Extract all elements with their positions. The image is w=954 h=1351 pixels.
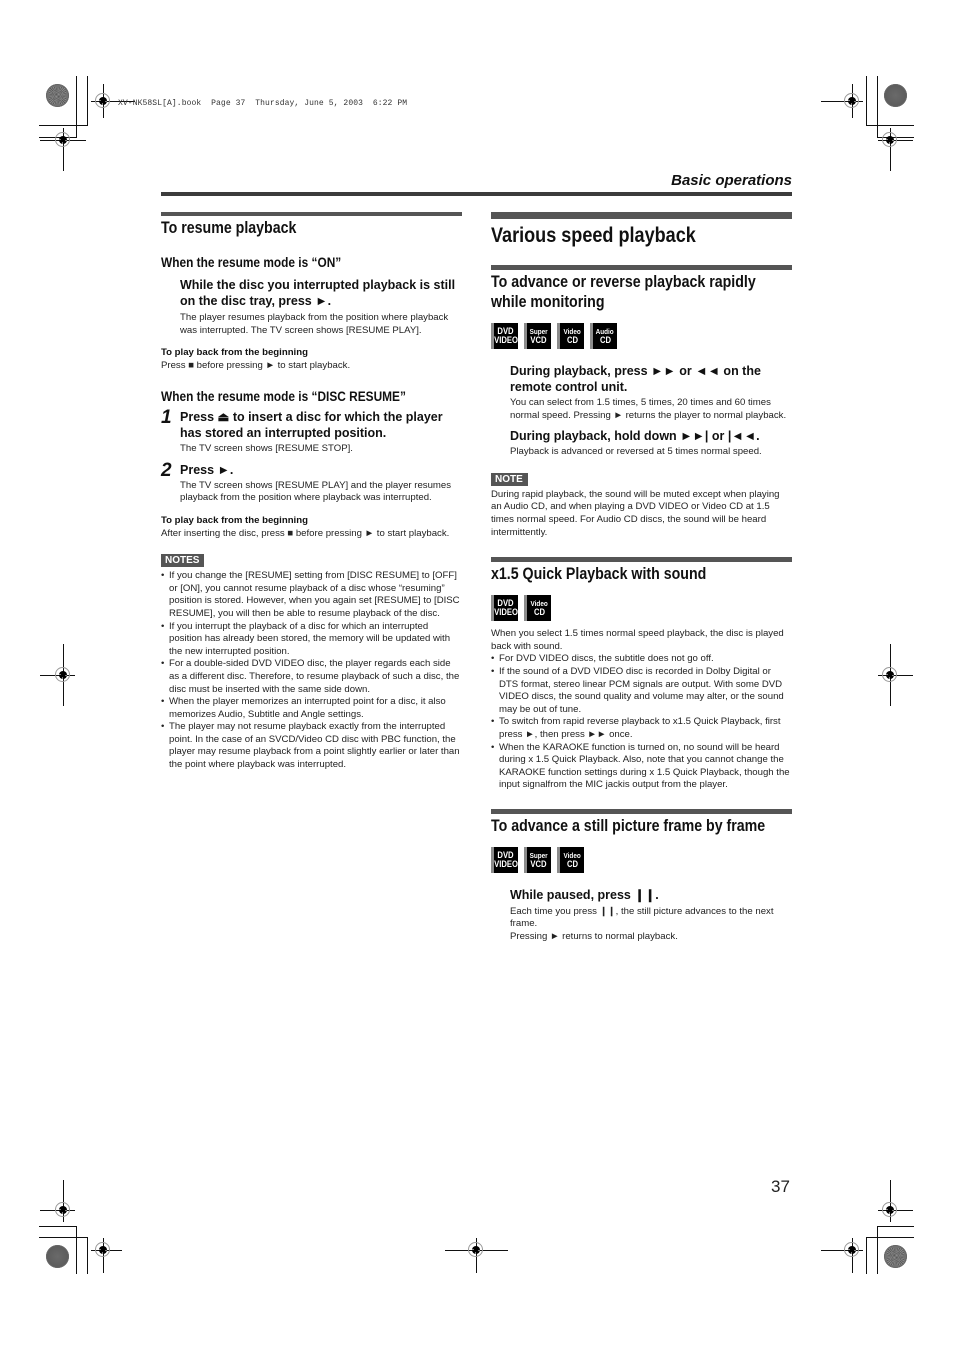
step-number: 1 [161,407,172,429]
super-vcd-icon: Super VCD [524,323,551,349]
crop-mark [866,125,914,126]
page-number: 37 [771,1177,790,1196]
crop-mark [39,125,88,126]
note-label: NOTE [491,472,528,486]
step-number: 2 [161,459,172,481]
crop-mark [866,1237,867,1274]
crop-mark [877,1226,878,1274]
crop-mark [39,1237,88,1238]
disc-resume-subtext: After inserting the disc, press ■ before… [161,527,450,539]
left-column: To resume playback When the resume mode … [161,212,462,772]
quick-intro: When you select 1.5 times normal speed p… [491,628,784,652]
note-item: For a double-sided DVD VIDEO disc, the p… [161,658,462,696]
disc-resume-subheading: To play back from the beginning [161,515,308,527]
quick-list: For DVD VIDEO discs, the subtitle does n… [491,653,792,792]
on-mode-step: While the disc you interrupted playback … [180,278,456,308]
rapid-step-1: During playback, press ►► or ◄◄ on the r… [510,364,761,394]
crop-mark [877,76,878,138]
color-disc-mark [46,84,69,107]
crop-mark [87,1237,88,1274]
crop-mark [866,1237,914,1238]
super-vcd-icon: Super VCD [524,846,551,873]
section-label: Basic operations [671,172,792,189]
section-rule [161,212,462,216]
right-column: Various speed playback To advance or rev… [491,212,792,944]
note-item: If you change the [RESUME] setting from … [161,570,462,620]
rapid-step-2: During playback, hold down ►►| or |◄◄. [510,429,760,444]
step-text: Press ⏏ to insert a disc for which the p… [180,410,443,441]
disc-resume-step-1: 1 Press ⏏ to insert a disc for which the… [161,407,462,456]
frame-disc-badges: DVD VIDEO Super VCD Video CD [491,846,792,873]
on-mode-subheading: To play back from the beginning [161,347,308,359]
disc-resume-heading: When the resume mode is “DISC RESUME” [161,389,406,405]
frame-desc-1: Each time you press ❙❙, the still pictur… [510,905,774,930]
note-item: When the player memorizes an interrupted… [161,696,462,721]
quick-playback-heading: x1.5 Quick Playback with sound [491,565,707,584]
header-rule [161,192,792,196]
color-disc-mark [884,84,907,107]
dvd-video-icon: DVD VIDEO [491,595,518,622]
notes-list: If you change the [RESUME] setting from … [161,570,462,772]
crop-mark [866,76,867,126]
quick-item: When the KARAOKE function is turned on, … [491,742,792,792]
crop-mark [76,76,77,138]
video-cd-icon: Video CD [557,846,584,873]
notes-label: NOTES [161,554,205,568]
step-text: Press ►. [180,462,234,477]
quick-item: If the sound of a DVD VIDEO disc is reco… [491,666,792,716]
rapid-disc-badges: DVD VIDEO Super VCD Video CD Audio CD [491,323,792,349]
dvd-video-icon: DVD VIDEO [491,846,518,873]
note-item: If you interrupt the playback of a disc … [161,621,462,659]
section-rule [491,212,792,219]
resume-playback-title: To resume playback [161,219,297,237]
on-mode-description: The player resumes playback from the pos… [180,312,449,336]
rapid-heading: To advance or reverse playback rapidly w… [491,273,756,311]
color-disc-mark [46,1245,69,1268]
subsection-rule [491,265,792,270]
color-disc-mark [884,1245,907,1268]
print-info: XV-NK58SL[A].book Page 37 Thursday, June… [118,99,408,108]
various-speed-title: Various speed playback [491,224,696,247]
crop-mark [877,1226,914,1227]
quick-item: To switch from rapid reverse playback to… [491,716,792,741]
video-cd-icon: Video CD [524,595,551,622]
rapid-desc-1: You can select from 1.5 times, 5 times, … [510,397,787,421]
on-mode-subtext: Press ■ before pressing ► to start playb… [161,359,351,371]
note-item: The player may not resume playback exact… [161,721,462,771]
audio-cd-icon: Audio CD [590,323,617,349]
frame-advance-heading: To advance a still picture frame by fram… [491,816,766,835]
crop-mark [87,76,88,126]
step-description: The TV screen shows [RESUME STOP]. [180,443,353,455]
crop-mark [39,1226,77,1227]
crop-mark [76,1226,77,1274]
rapid-desc-2: Playback is advanced or reversed at 5 ti… [510,446,762,458]
subsection-rule [491,808,792,814]
quick-disc-badges: DVD VIDEO Video CD [491,595,792,622]
on-mode-heading: When the resume mode is “ON” [161,255,342,270]
quick-item: For DVD VIDEO discs, the subtitle does n… [491,653,792,666]
frame-desc-2: Pressing ► returns to normal playback. [510,931,678,943]
video-cd-icon: Video CD [557,323,584,349]
subsection-rule [491,557,792,563]
dvd-video-icon: DVD VIDEO [491,323,518,349]
rapid-note: During rapid playback, the sound will be… [491,488,780,538]
disc-resume-step-2: 2 Press ►. The TV screen shows [RESUME P… [161,459,462,505]
step-description: The TV screen shows [RESUME PLAY] and th… [180,479,452,504]
frame-step: While paused, press ❙❙. [510,887,659,902]
